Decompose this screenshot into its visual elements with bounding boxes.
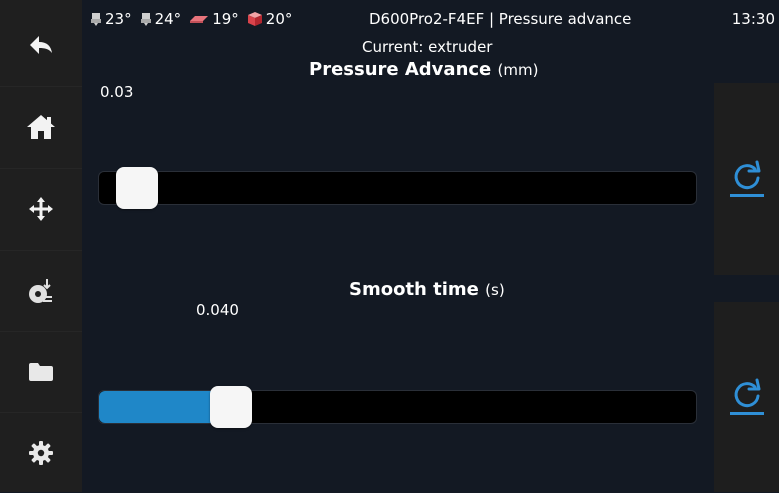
extruder-temp-2-value: 24°	[154, 10, 182, 28]
files-button[interactable]	[0, 331, 82, 412]
move-icon	[29, 197, 53, 221]
page-title: D600Pro2-F4EF | Pressure advance	[369, 10, 632, 28]
extruder-icon	[91, 12, 101, 26]
smooth-time-slider-handle[interactable]	[210, 386, 252, 428]
smooth-time-slider[interactable]	[98, 386, 697, 428]
pressure-advance-label: Pressure Advance	[309, 59, 492, 80]
sidebar	[0, 0, 82, 492]
heated-bed-icon	[190, 16, 209, 23]
top-bar: 23° 24° 19° 20° D600Pro2-F4EF | Pressure…	[82, 0, 779, 40]
extruder-icon	[140, 12, 151, 26]
extruder-temp-2: 24°	[140, 10, 182, 28]
folder-icon	[29, 363, 53, 381]
extrude-icon	[29, 279, 52, 303]
extrude-button[interactable]	[0, 250, 82, 331]
pressure-advance-heading: Pressure Advance (mm)	[309, 59, 538, 80]
move-button[interactable]	[0, 168, 82, 249]
pressure-advance-unit: (mm)	[497, 61, 539, 79]
reset-icon	[729, 160, 764, 197]
back-icon	[30, 36, 52, 54]
back-button[interactable]	[0, 5, 82, 85]
bed-temp: 19°	[189, 10, 239, 28]
home-icon	[27, 115, 55, 139]
pressure-advance-value: 0.03	[100, 83, 134, 101]
chamber-icon	[247, 12, 262, 26]
chamber-temp: 20°	[247, 10, 293, 28]
extruder-temp: 23°	[90, 10, 132, 28]
gear-icon	[29, 441, 53, 465]
pressure-advance-slider[interactable]	[98, 167, 697, 209]
smooth-time-reset-button[interactable]	[714, 302, 779, 492]
reset-icon	[729, 378, 764, 415]
pressure-advance-reset-button[interactable]	[714, 83, 779, 275]
chamber-temp-value: 20°	[265, 10, 293, 28]
pressure-advance-slider-handle[interactable]	[115, 167, 158, 209]
temperature-list: 23° 24° 19° 20°	[90, 10, 292, 28]
home-button[interactable]	[0, 86, 82, 167]
smooth-time-label: Smooth time	[349, 279, 479, 300]
smooth-time-unit: (s)	[485, 281, 505, 299]
smooth-time-value: 0.040	[196, 301, 239, 319]
extruder-temp-value: 23°	[105, 10, 132, 28]
smooth-time-heading: Smooth time (s)	[349, 279, 505, 300]
bed-temp-value: 19°	[212, 10, 239, 28]
clock: 13:30	[731, 10, 775, 28]
settings-button[interactable]	[0, 412, 82, 493]
current-extruder: Current: extruder	[362, 38, 493, 56]
